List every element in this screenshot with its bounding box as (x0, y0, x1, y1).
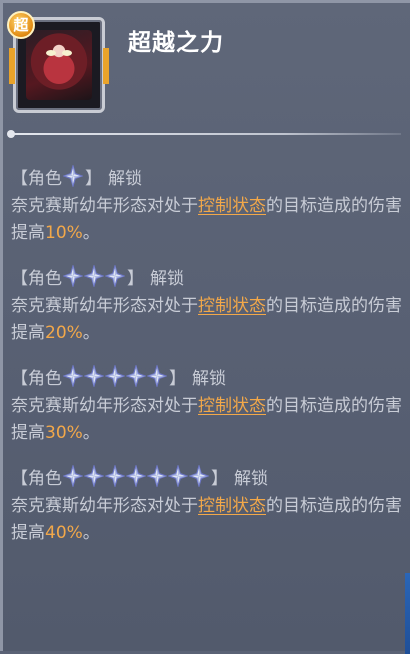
icon-eye-right (62, 50, 72, 56)
shuriken-star-icon (105, 365, 125, 387)
shuriken-star-icon (84, 465, 104, 487)
desc-suffix: 。 (82, 223, 100, 243)
tier-unlock-header: 【角色 】解锁 (11, 363, 406, 389)
frame-bracket-right (103, 48, 109, 84)
tier-block: 【角色 】解锁奈克赛斯幼年形态对处于控制状态的目标造成的伤害提高10%。 (11, 163, 406, 247)
tier-unlock-label: 解锁 (234, 468, 268, 489)
shuriken-star-icon (63, 165, 83, 187)
divider-line (11, 133, 401, 135)
tier-bracket-close: 】 (169, 368, 186, 389)
star-rating (63, 165, 84, 187)
damage-bonus-percent: 10% (45, 223, 83, 243)
shuriken-star-icon (168, 465, 188, 487)
tier-block: 【角色 】解锁奈克赛斯幼年形态对处于控制状态的目标造成的伤害提高20%。 (11, 263, 406, 347)
shuriken-star-icon (63, 465, 83, 487)
shuriken-star-icon (63, 265, 83, 287)
skill-icon (26, 30, 92, 100)
tier-role-label: 【角色 (11, 168, 62, 189)
damage-bonus-percent: 20% (45, 323, 83, 343)
tier-description: 奈克赛斯幼年形态对处于控制状态的目标造成的伤害提高30%。 (11, 393, 406, 447)
control-state-link[interactable]: 控制状态 (198, 296, 266, 316)
control-state-link[interactable]: 控制状态 (198, 396, 266, 416)
tier-unlock-header: 【角色 】解锁 (11, 263, 406, 289)
desc-suffix: 。 (82, 423, 100, 443)
tier-bracket-close: 】 (211, 468, 228, 489)
star-rating (63, 265, 126, 287)
tier-unlock-label: 解锁 (192, 368, 226, 389)
desc-prefix: 奈克赛斯幼年形态对处于 (11, 396, 198, 416)
super-badge-icon: 超 (7, 11, 35, 39)
desc-suffix: 。 (82, 523, 100, 543)
tier-description: 奈克赛斯幼年形态对处于控制状态的目标造成的伤害提高10%。 (11, 193, 406, 247)
control-state-link[interactable]: 控制状态 (198, 196, 266, 216)
tier-role-label: 【角色 (11, 468, 62, 489)
skill-title: 超越之力 (128, 30, 224, 56)
tier-bracket-close: 】 (85, 168, 102, 189)
tier-unlock-header: 【角色 】解锁 (11, 463, 406, 489)
icon-eye-left (46, 50, 56, 56)
tier-unlock-label: 解锁 (150, 268, 184, 289)
desc-prefix: 奈克赛斯幼年形态对处于 (11, 296, 198, 316)
shuriken-star-icon (105, 465, 125, 487)
frame-bracket-left (9, 48, 15, 84)
shuriken-star-icon (105, 265, 125, 287)
tier-role-label: 【角色 (11, 368, 62, 389)
desc-suffix: 。 (82, 323, 100, 343)
tier-bracket-close: 】 (127, 268, 144, 289)
tier-block: 【角色 】解锁奈克赛斯幼年形态对处于控制状态的目标造成的伤害提高30%。 (11, 363, 406, 447)
star-rating (63, 365, 168, 387)
damage-bonus-percent: 40% (45, 523, 83, 543)
shuriken-star-icon (63, 365, 83, 387)
tier-description: 奈克赛斯幼年形态对处于控制状态的目标造成的伤害提高20%。 (11, 293, 406, 347)
desc-prefix: 奈克赛斯幼年形态对处于 (11, 496, 198, 516)
tier-block: 【角色 】解锁奈克赛斯幼年形态对处于控制状态的目标造成的伤害提高40%。 (11, 463, 406, 547)
skill-detail-panel: 超 超越之力 【角色】解锁 奈克赛斯幼年形态对处于控制状态的目标造成的伤害提高10… (0, 0, 410, 654)
shuriken-star-icon (189, 465, 209, 487)
damage-bonus-percent: 30% (45, 423, 83, 443)
shuriken-star-icon (126, 365, 146, 387)
tier-unlock-label: 解锁 (108, 168, 142, 189)
shuriken-star-icon (84, 265, 104, 287)
shuriken-star-icon (147, 465, 167, 487)
control-state-link[interactable]: 控制状态 (198, 496, 266, 516)
panel-edge-accent (405, 573, 410, 654)
shuriken-star-icon (126, 465, 146, 487)
star-rating (63, 465, 210, 487)
tier-description: 奈克赛斯幼年形态对处于控制状态的目标造成的伤害提高40%。 (11, 493, 406, 547)
shuriken-star-icon (84, 365, 104, 387)
desc-prefix: 奈克赛斯幼年形态对处于 (11, 196, 198, 216)
tier-unlock-header: 【角色 】解锁 (11, 163, 406, 189)
shuriken-star-icon (147, 365, 167, 387)
tier-role-label: 【角色 (11, 268, 62, 289)
